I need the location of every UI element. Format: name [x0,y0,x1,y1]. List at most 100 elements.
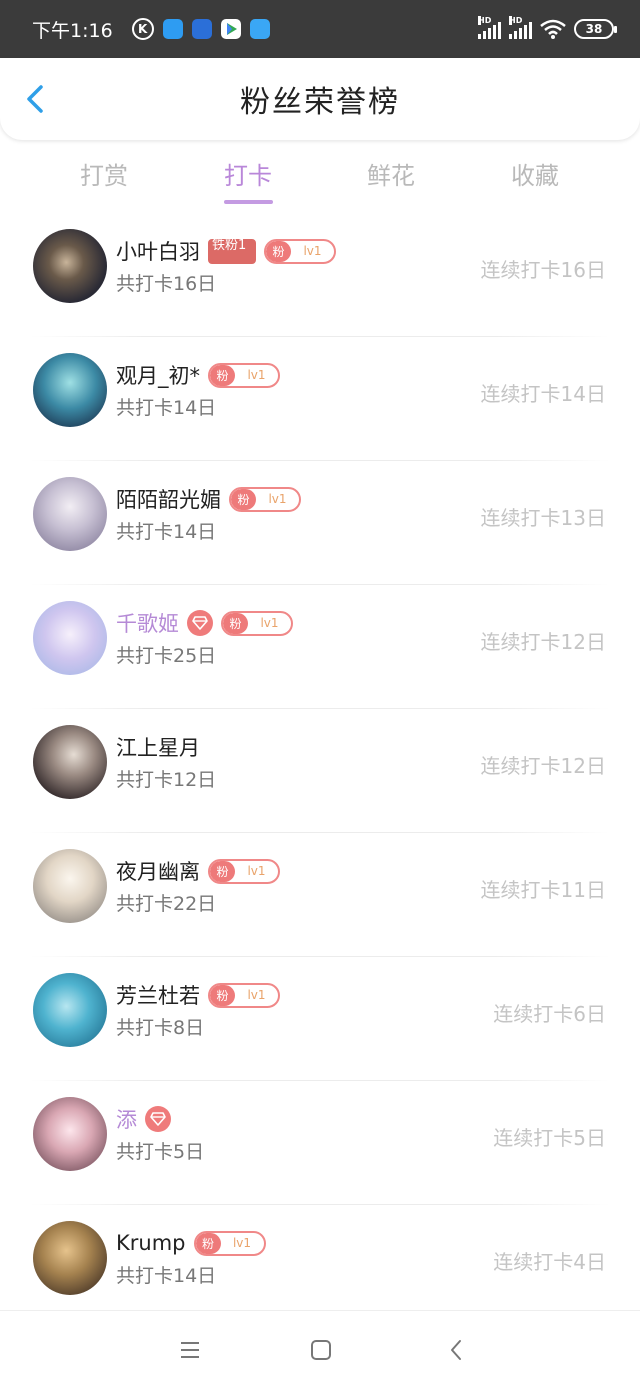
system-nav-bar [0,1310,640,1387]
signal-icon: HD [478,16,501,39]
list-item[interactable]: 陌陌韶光媚 粉 lv1 共打卡14日 连续打卡13日 [0,468,640,592]
tab-checkin[interactable]: 打卡 [203,156,293,191]
user-name[interactable]: 观月_初* [116,360,200,390]
divider [30,832,610,833]
menu-icon [181,1342,199,1358]
divider [30,584,610,585]
name-line: 陌陌韶光媚 粉 lv1 [116,485,301,513]
total-checkins: 共打卡5日 [116,1141,205,1163]
avatar[interactable] [33,725,107,799]
user-name[interactable]: 小叶白羽 [116,236,200,266]
diamond-icon [145,1106,171,1132]
fan-level-badge: 粉 lv1 [193,1230,266,1256]
divider [30,1080,610,1081]
play-store-icon [220,19,241,39]
list-item[interactable]: 小叶白羽 铁粉1 粉 lv1 共打卡16日 连续打卡16日 [0,220,640,344]
name-line: 千歌姬 粉 lv1 [116,609,293,637]
user-name[interactable]: 添 [116,1104,137,1134]
avatar[interactable] [33,1221,107,1295]
fan-label: 粉 [231,488,256,510]
avatar[interactable] [33,353,107,427]
status-right: HD HD 38 [478,16,617,39]
avatar[interactable] [33,849,107,923]
fan-level-badge: 粉 lv1 [208,858,280,884]
total-checkins: 共打卡25日 [116,645,217,667]
home-square-icon [311,1340,331,1360]
name-line: 芳兰杜若 粉 lv1 [116,981,280,1009]
diamond-icon [187,610,213,636]
tab-bar: 打赏 打卡 鲜花 收藏 [0,150,640,210]
name-line: 小叶白羽 铁粉1 粉 lv1 [116,237,336,265]
level-label: lv1 [247,988,266,1002]
tab-flowers[interactable]: 鲜花 [346,156,436,191]
hd-label-2: HD [509,16,523,25]
fan-level-badge: 粉 lv1 [221,610,293,636]
user-name[interactable]: Krump [116,1231,186,1255]
divider [30,1204,610,1205]
fan-level-badge: 粉 lv1 [229,486,301,512]
list-item[interactable]: 夜月幽离 粉 lv1 共打卡22日 连续打卡11日 [0,840,640,964]
streak-checkins: 连续打卡16日 [480,258,606,282]
tab-reward[interactable]: 打赏 [59,156,149,191]
app-blue2-icon [249,19,270,39]
user-name[interactable]: 江上星月 [116,732,200,762]
active-tab-underline [224,200,273,204]
tab-favorites[interactable]: 收藏 [490,156,580,191]
wifi-icon [540,19,566,39]
fan-level-badge: 粉 lv1 [208,982,280,1008]
hd-label: HD [478,16,492,25]
list-item[interactable]: 添 共打卡5日 连续打卡5日 [0,1088,640,1212]
streak-checkins: 连续打卡12日 [480,754,606,778]
streak-checkins: 连续打卡14日 [480,382,606,406]
streak-checkins: 连续打卡5日 [493,1126,606,1150]
fan-label: 粉 [223,612,248,634]
user-name[interactable]: 夜月幽离 [116,856,200,886]
fan-label: 粉 [210,364,235,386]
name-line: 添 [116,1105,171,1133]
streak-checkins: 连续打卡4日 [493,1250,606,1274]
user-name[interactable]: 陌陌韶光媚 [116,484,221,514]
streak-checkins: 连续打卡13日 [480,506,606,530]
home-button[interactable] [306,1335,336,1365]
fan-label: 粉 [210,860,235,882]
divider [30,336,610,337]
chevron-left-icon [27,85,43,113]
divider [30,460,610,461]
name-line: 观月_初* 粉 lv1 [116,361,280,389]
list-item[interactable]: 千歌姬 粉 lv1 共打卡25日 连续打卡12日 [0,592,640,716]
list-item[interactable]: 芳兰杜若 粉 lv1 共打卡8日 连续打卡6日 [0,964,640,1088]
level-label: lv1 [268,492,287,506]
avatar[interactable] [33,477,107,551]
system-back-button[interactable] [441,1335,471,1365]
total-checkins: 共打卡14日 [116,397,217,419]
fan-level-badge: 粉 lv1 [264,238,336,264]
divider [30,956,610,957]
divider [30,708,610,709]
name-line: Krump 粉 lv1 [116,1229,266,1257]
menu-button[interactable] [175,1335,205,1365]
signal-icon-2: HD [509,16,532,39]
total-checkins: 共打卡12日 [116,769,217,791]
user-name[interactable]: 芳兰杜若 [116,980,200,1010]
avatar[interactable] [33,229,107,303]
app-blue-icon [162,19,183,39]
battery-icon: 38 [574,19,617,39]
fan-label: 粉 [210,984,235,1006]
user-name[interactable]: 千歌姬 [116,608,179,638]
avatar[interactable] [33,1097,107,1171]
fan-label: 粉 [195,1232,221,1254]
page-title: 粉丝荣誉榜 [240,85,400,120]
status-bar: 下午1:16 K HD HD 38 [0,0,640,58]
avatar[interactable] [33,601,107,675]
streak-checkins: 连续打卡11日 [480,878,606,902]
avatar[interactable] [33,973,107,1047]
header-bar: 粉丝荣誉榜 [0,58,640,140]
name-line: 江上星月 [116,733,200,761]
list-item[interactable]: 观月_初* 粉 lv1 共打卡14日 连续打卡14日 [0,344,640,468]
back-button[interactable] [20,84,50,114]
list-item[interactable]: 江上星月 共打卡12日 连续打卡12日 [0,716,640,840]
k-app-icon: K [131,18,154,40]
iron-fan-badge: 铁粉1 [208,238,256,264]
app-news-icon [191,19,212,39]
total-checkins: 共打卡14日 [116,1265,217,1287]
